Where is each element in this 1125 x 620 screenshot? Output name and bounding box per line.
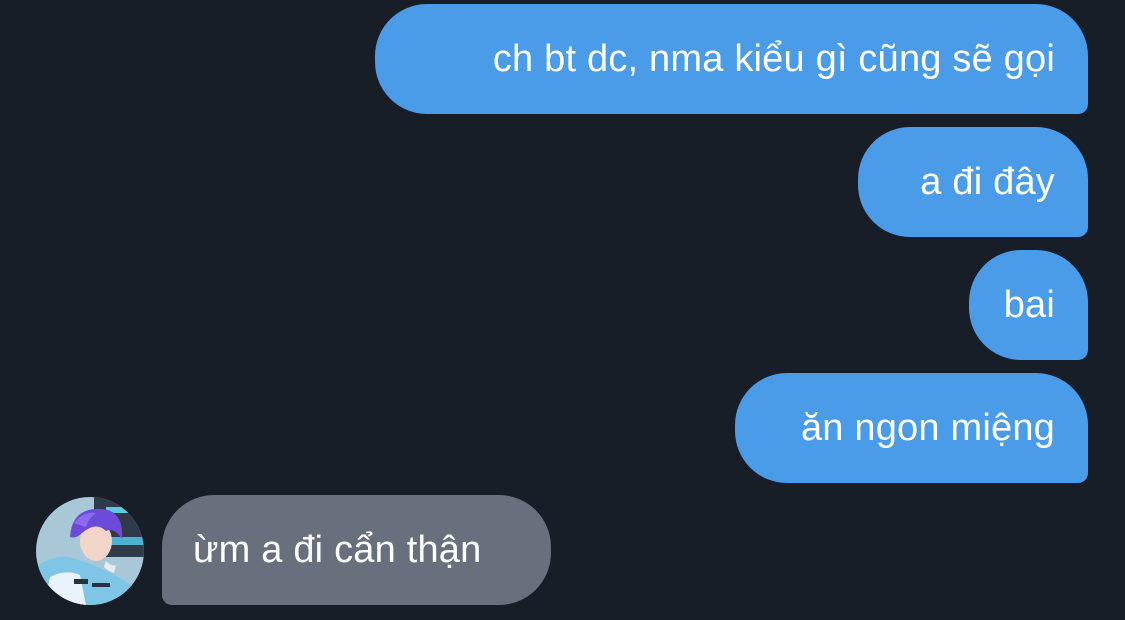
message-text: bai	[1003, 283, 1055, 326]
message-text: ừm a đi cẩn thận	[193, 528, 482, 571]
avatar-photo	[36, 497, 144, 605]
received-message-bubble[interactable]: ừm a đi cẩn thận	[162, 495, 551, 605]
sent-message-bubble[interactable]: ăn ngon miệng	[735, 373, 1088, 483]
message-text: ăn ngon miệng	[800, 406, 1055, 449]
sent-message-bubble[interactable]: a đi đây	[858, 127, 1088, 237]
message-text: a đi đây	[920, 160, 1055, 203]
contact-avatar[interactable]	[36, 497, 144, 605]
message-text: ch bt dc, nma kiểu gì cũng sẽ gọi	[492, 37, 1055, 80]
sent-message-bubble[interactable]: ch bt dc, nma kiểu gì cũng sẽ gọi	[375, 4, 1088, 114]
sent-message-bubble[interactable]: bai	[969, 250, 1088, 360]
